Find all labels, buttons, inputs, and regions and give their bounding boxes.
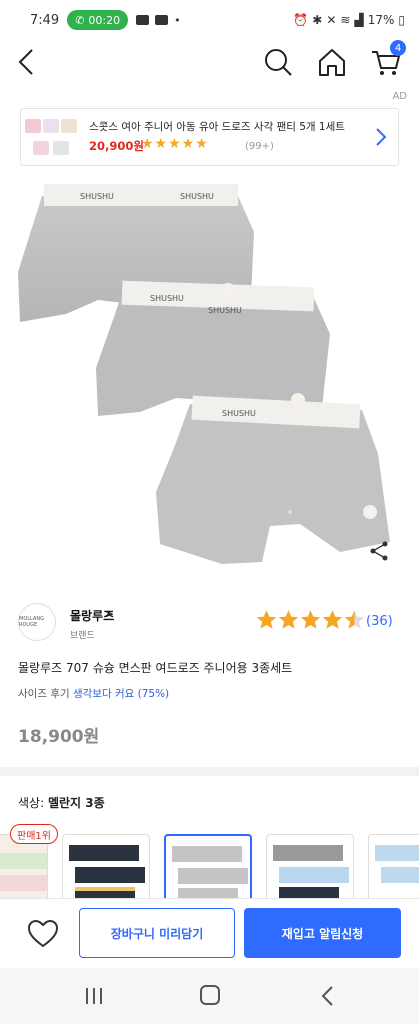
ad-title: 스콧스 여아 주니어 아동 유아 드로즈 사각 팬티 5개 1세트	[89, 121, 345, 133]
svg-text:SHUSHU: SHUSHU	[180, 192, 214, 201]
color-option[interactable]	[266, 834, 354, 900]
status-bar: 7:49 ✆ 00:20 • ⏰ ✱ ✕ ≋ ▟ 17% ▯	[0, 0, 419, 40]
phone-icon: ✆	[75, 13, 85, 27]
svg-text:SHUSHU: SHUSHU	[150, 294, 184, 303]
star-icon	[300, 610, 321, 629]
ad-label: AD	[392, 91, 407, 102]
star-icon	[344, 610, 365, 629]
size-review-label: 사이즈 후기	[18, 688, 70, 700]
color-option-selected[interactable]	[164, 834, 252, 900]
size-review-value: 생각보다 커요 (75%)	[72, 688, 170, 700]
color-label-prefix: 색상:	[18, 796, 45, 810]
notification-icons: •	[136, 14, 181, 27]
heart-icon[interactable]	[26, 919, 60, 949]
svg-text:SHUSHU: SHUSHU	[80, 192, 114, 201]
mute-icon: ✕	[326, 13, 337, 27]
ad-thumbnail	[25, 115, 81, 161]
brand-chevron-icon[interactable]: >	[104, 607, 114, 621]
battery-text: 17%	[367, 13, 395, 27]
dot-icon: •	[174, 13, 181, 27]
app-header: 4	[0, 40, 419, 86]
star-icon	[322, 610, 343, 629]
call-timer: 00:20	[88, 13, 121, 27]
ad-banner[interactable]: 스콧스 여아 주니어 아동 유아 드로즈 사각 팬티 5개 1세트 20,900…	[20, 108, 399, 166]
selected-color: 멜란지 3종	[47, 796, 105, 810]
svg-text:SHUSHU: SHUSHU	[222, 409, 256, 418]
size-review[interactable]: 사이즈 후기 생각보다 커요 (75%)	[18, 686, 169, 701]
gallery-icon	[155, 15, 169, 25]
status-time: 7:49	[30, 12, 60, 28]
bestseller-rank-badge: 판매1위	[10, 824, 58, 844]
alarm-icon: ⏰	[293, 13, 309, 27]
system-icons: ⏰ ✱ ✕ ≋ ▟ 17% ▯	[293, 13, 405, 27]
star-icon	[278, 610, 299, 629]
bottom-action-bar: 장바구니 미리담기 재입고 알림신청	[0, 898, 419, 968]
recent-apps-icon[interactable]	[84, 986, 104, 1006]
share-icon[interactable]	[368, 540, 390, 562]
cart-count-badge: 4	[390, 40, 406, 56]
back-nav-icon[interactable]	[318, 985, 338, 1007]
add-to-cart-button[interactable]: 장바구니 미리담기	[79, 908, 235, 958]
color-options	[0, 834, 419, 900]
review-count[interactable]: (36)	[366, 614, 393, 629]
color-option[interactable]	[368, 834, 419, 900]
product-title: 몰랑루즈 707 슈슝 면스판 여드로즈 주니어용 3종세트	[18, 661, 293, 675]
chevron-right-icon[interactable]	[374, 126, 388, 148]
call-indicator[interactable]: ✆ 00:20	[67, 10, 129, 30]
cart-button[interactable]: 4	[370, 40, 406, 78]
restock-alert-button[interactable]: 재입고 알림신청	[244, 908, 401, 958]
brand-caption: 브랜드	[70, 631, 95, 641]
home-icon[interactable]	[316, 46, 348, 78]
system-nav-bar	[0, 968, 419, 1024]
ad-price: 20,900원	[89, 139, 144, 153]
search-icon[interactable]	[262, 46, 294, 78]
color-selection-label: 색상: 멜란지 3종	[18, 794, 105, 811]
ad-review-count: (99+)	[245, 141, 274, 152]
battery-icon: ▯	[398, 13, 405, 27]
product-price: 18,900원	[18, 727, 100, 747]
wifi-icon: ≋	[340, 13, 351, 27]
star-icon	[256, 610, 277, 629]
signal-icon: ▟	[354, 13, 364, 27]
section-divider	[0, 767, 419, 776]
product-image[interactable]: SHUSHU SHUSHU SHUSHU SHUSHU SHUSHU	[0, 172, 419, 592]
youtube-icon	[136, 15, 150, 25]
brand-logo[interactable]: MOLLANG ROUGE	[18, 603, 56, 641]
home-nav-icon[interactable]	[200, 985, 220, 1005]
brand-logo-text: MOLLANG ROUGE	[19, 616, 44, 628]
back-arrow-icon[interactable]	[12, 46, 44, 78]
color-option[interactable]	[62, 834, 150, 900]
product-star-rating[interactable]	[256, 609, 365, 630]
svg-text:SHUSHU: SHUSHU	[208, 306, 242, 315]
ad-star-rating: ★★★★★	[141, 136, 209, 152]
bluetooth-icon: ✱	[312, 13, 323, 27]
